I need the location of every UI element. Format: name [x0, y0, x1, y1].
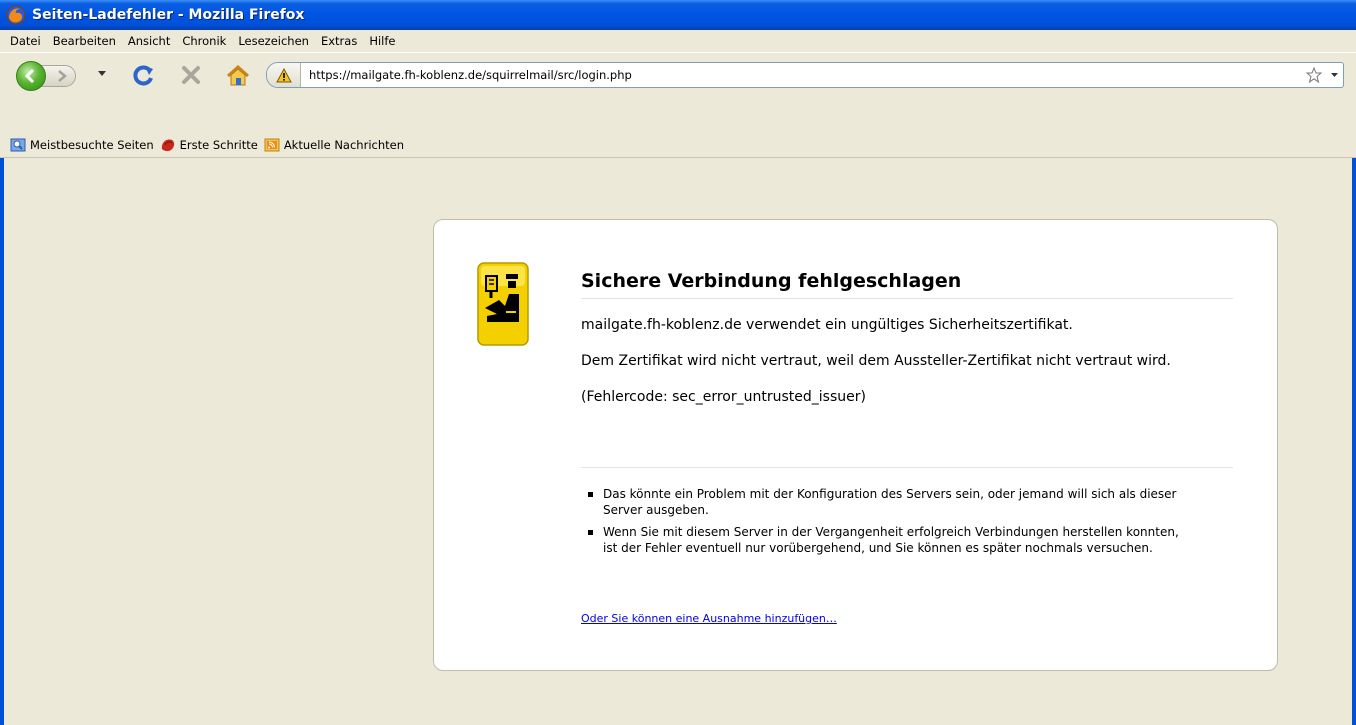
firefox-red-icon: [161, 139, 174, 151]
site-identity-button[interactable]: [267, 63, 301, 87]
error-page-container: Sichere Verbindung fehlgeschlagen mailga…: [433, 219, 1278, 671]
add-exception-link[interactable]: Oder Sie können eine Ausnahme hinzufügen…: [581, 612, 837, 625]
menu-hilfe[interactable]: Hilfe: [363, 34, 401, 48]
error-title: Sichere Verbindung fehlgeschlagen: [581, 270, 1233, 299]
bookmark-meistbesuchte-seiten[interactable]: Meistbesuchte Seiten: [10, 137, 154, 153]
stop-icon[interactable]: [180, 64, 202, 86]
menu-datei[interactable]: Datei: [4, 34, 47, 48]
error-paragraph: Dem Zertifikat wird nicht vertraut, weil…: [581, 353, 1171, 369]
error-description: mailgate.fh-koblenz.de verwendet ein ung…: [581, 314, 1233, 422]
firefox-icon: [6, 5, 26, 25]
bookmark-label: Meistbesuchte Seiten: [30, 137, 154, 152]
page-content: Sichere Verbindung fehlgeschlagen mailga…: [0, 158, 1356, 725]
reload-icon[interactable]: [130, 63, 156, 89]
bookmarks-toolbar: Meistbesuchte Seiten Erste Schritte Aktu…: [0, 132, 1356, 158]
window-title: Seiten-Ladefehler - Mozilla Firefox: [32, 7, 305, 23]
bookmark-aktuelle-nachrichten[interactable]: Aktuelle Nachrichten: [264, 137, 404, 153]
bookmark-label: Aktuelle Nachrichten: [283, 137, 405, 152]
back-button[interactable]: [16, 61, 46, 91]
home-icon[interactable]: [225, 63, 251, 89]
title-bar: Seiten-Ladefehler - Mozilla Firefox: [0, 0, 1356, 30]
menu-chronik[interactable]: Chronik: [176, 34, 232, 48]
menu-bearbeiten[interactable]: Bearbeiten: [47, 34, 122, 48]
url-dropdown-icon[interactable]: [1325, 72, 1343, 78]
bookmark-star-icon[interactable]: [1303, 67, 1325, 83]
navigation-toolbar: https://mailgate.fh-koblenz.de/squirrelm…: [0, 52, 1356, 132]
forward-icon: [58, 70, 67, 82]
menu-lesezeichen[interactable]: Lesezeichen: [232, 34, 315, 48]
menu-extras[interactable]: Extras: [315, 34, 363, 48]
warning-icon: [275, 67, 292, 82]
back-icon: [24, 69, 35, 83]
url-bar[interactable]: https://mailgate.fh-koblenz.de/squirrelm…: [266, 62, 1344, 88]
security-officer-icon: [477, 262, 529, 346]
bookmark-erste-schritte[interactable]: Erste Schritte: [160, 137, 258, 153]
history-dropdown-icon[interactable]: [98, 71, 106, 77]
menu-bar: Datei Bearbeiten Ansicht Chronik Lesezei…: [0, 30, 1356, 52]
list-item: Das könnte ein Problem mit der Konfigura…: [581, 486, 1181, 518]
menu-ansicht[interactable]: Ansicht: [122, 34, 176, 48]
list-item: Wenn Sie mit diesem Server in der Vergan…: [581, 524, 1181, 556]
smart-folder-icon: [10, 138, 26, 151]
separator: [581, 467, 1233, 468]
error-hint-list: Das könnte ein Problem mit der Konfigura…: [581, 486, 1181, 562]
bookmark-label: Erste Schritte: [179, 137, 258, 152]
error-code: (Fehlercode: sec_error_untrusted_issuer): [581, 389, 866, 405]
url-text[interactable]: https://mailgate.fh-koblenz.de/squirrelm…: [301, 68, 1303, 82]
error-paragraph: mailgate.fh-koblenz.de verwendet ein ung…: [581, 317, 1073, 333]
rss-icon: [264, 138, 280, 151]
